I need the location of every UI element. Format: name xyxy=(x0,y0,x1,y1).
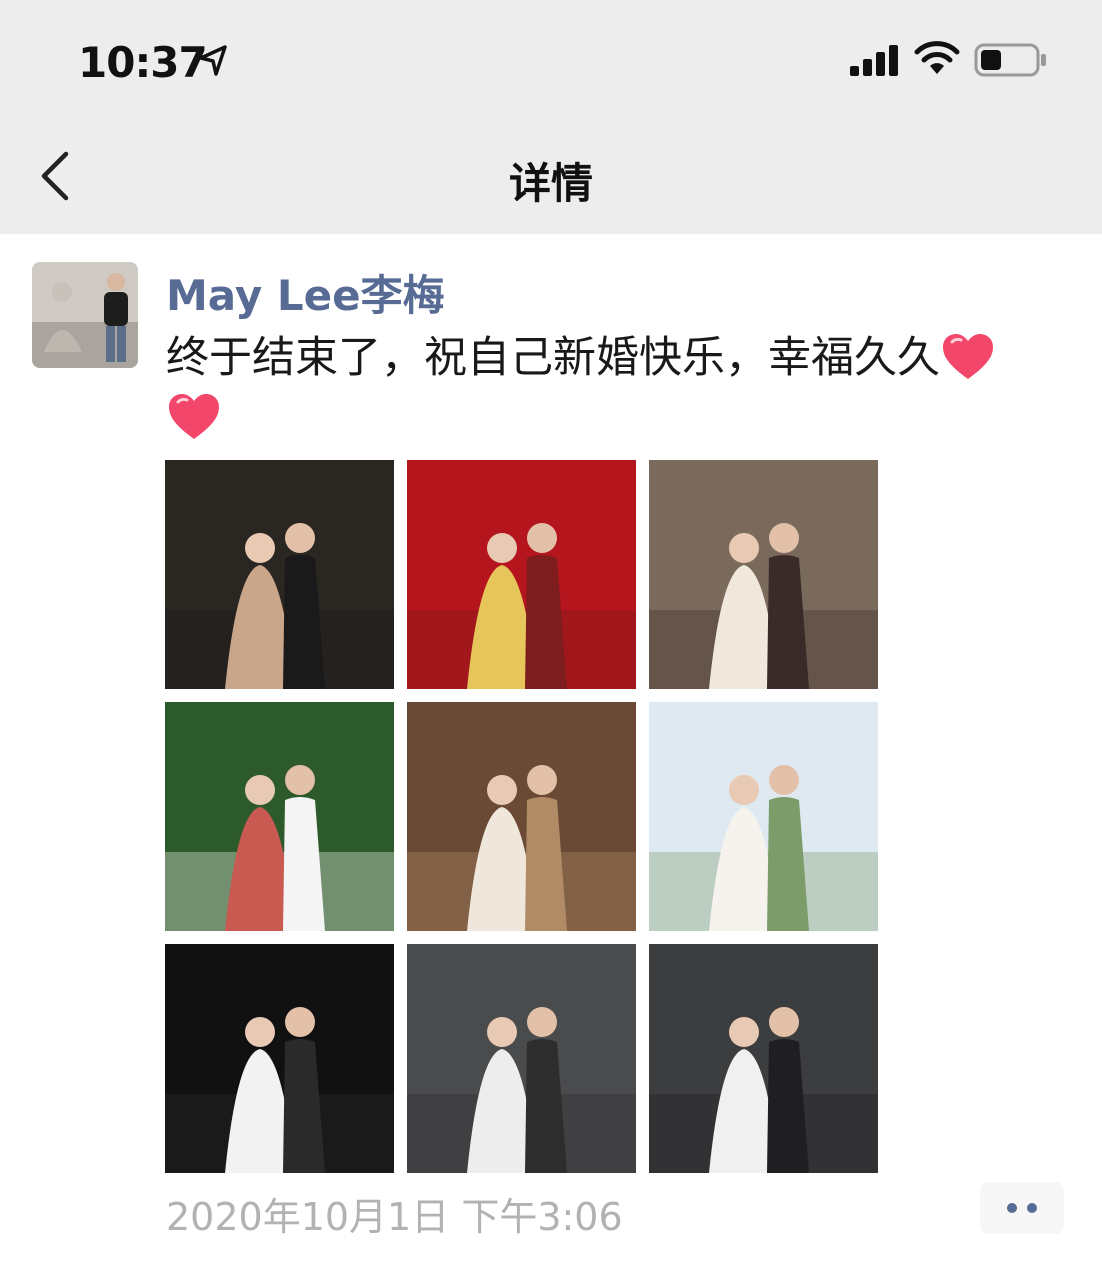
photo-outdoor-veil-couple[interactable] xyxy=(649,702,878,931)
photo-grey-studio-couple[interactable] xyxy=(649,944,878,1173)
post-text: 终于结束了，祝自己新婚快乐，幸福久久 xyxy=(166,328,1066,448)
post-text-content: 终于结束了，祝自己新婚快乐，幸福久久 xyxy=(166,333,940,383)
photo-park-sitting-couple[interactable] xyxy=(165,702,394,931)
post-author-name[interactable]: May Lee李梅 xyxy=(166,262,445,323)
photo-black-studio-couple[interactable] xyxy=(165,944,394,1173)
photo-street-couple-embrace[interactable] xyxy=(649,460,878,689)
post-timestamp: 2020年10月1日 下午3:06 xyxy=(166,1195,623,1239)
photo-grid xyxy=(165,460,878,1173)
photo-cafe-bride[interactable] xyxy=(407,702,636,931)
photo-red-traditional-wedding[interactable] xyxy=(407,460,636,689)
heart-icon xyxy=(169,394,219,439)
top-bar: 10:37 详情 xyxy=(0,0,1102,234)
battery-icon xyxy=(974,43,1046,77)
location-arrow-icon xyxy=(199,45,227,76)
signal-icon xyxy=(850,45,898,76)
more-actions-button[interactable] xyxy=(980,1182,1064,1234)
wifi-icon xyxy=(914,41,960,74)
heart-icon xyxy=(943,334,993,379)
status-time: 10:37 xyxy=(78,38,208,87)
photo-night-street-wedding[interactable] xyxy=(165,460,394,689)
photo-grey-studio-bride[interactable] xyxy=(407,944,636,1173)
more-dots-icon xyxy=(1007,1203,1037,1213)
avatar[interactable] xyxy=(32,262,138,368)
page-title: 详情 xyxy=(508,159,593,208)
